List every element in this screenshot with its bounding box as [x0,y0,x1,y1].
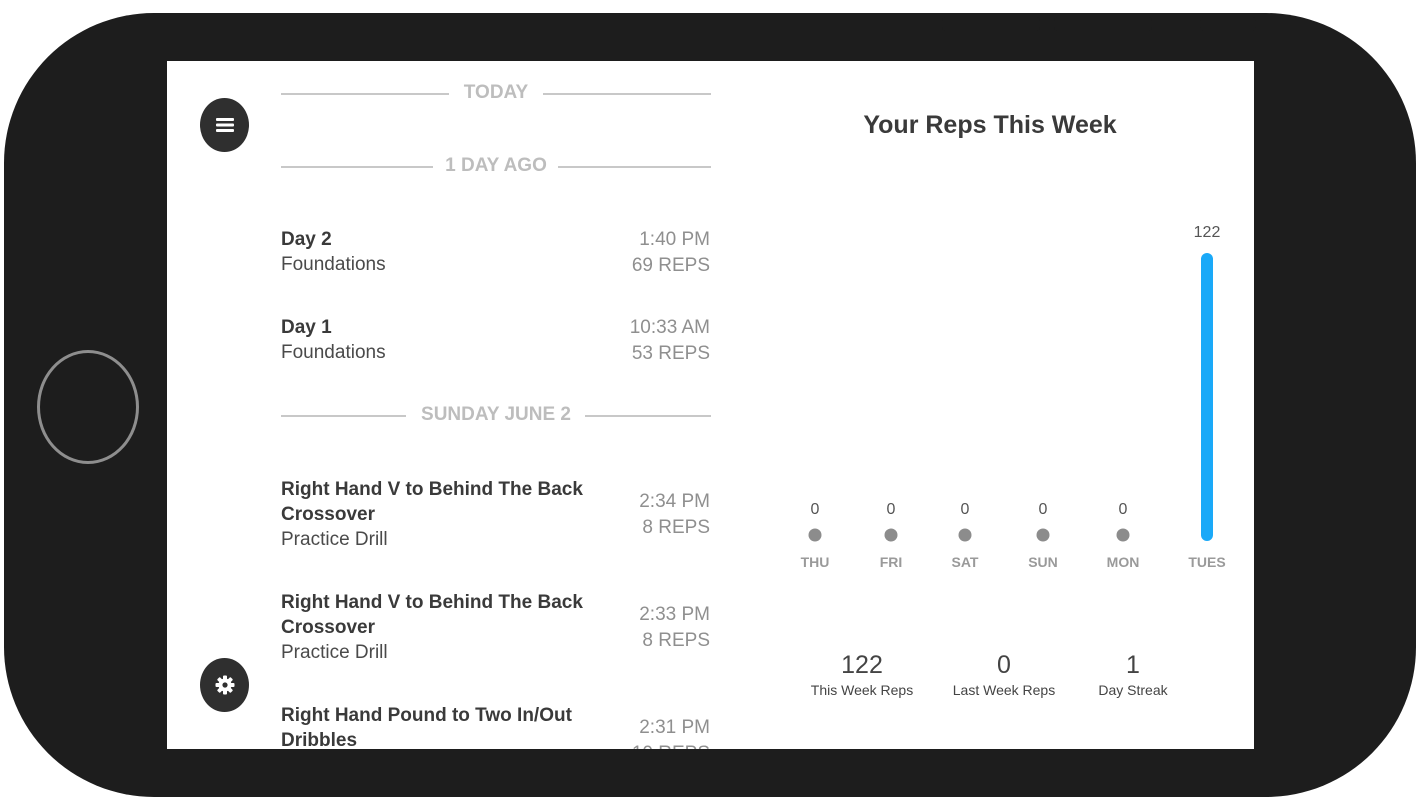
zero-point [1036,528,1050,542]
zero-point [808,528,822,542]
zero-point [1116,528,1130,542]
category-label: THU [801,554,830,570]
value-label: 0 [961,501,970,518]
side-button [942,17,1040,31]
category-label: TUES [1188,554,1225,570]
value-label: 0 [811,501,820,518]
stat-label: Day Streak [1098,682,1168,698]
value-label: 0 [887,501,896,518]
stat-value: 1 [1126,651,1140,679]
category-label: FRI [880,554,903,570]
zero-point [884,528,898,542]
side-button [1054,17,1152,31]
weekly-reps-chart: THU 0 FRI 0 SAT 0 SUN 0 MON 0 TUES 122 [801,224,1226,570]
stat-day-streak: 1 Day Streak [1063,650,1203,700]
stat-label: Last Week Reps [952,682,1056,698]
value-label: 0 [1039,501,1048,518]
value-label: 122 [1194,224,1221,241]
category-label: SUN [1028,554,1058,570]
value-label: 0 [1119,501,1128,518]
home-button[interactable] [37,350,139,464]
app-screen: TODAY 1 DAY AGO Day 2 Foundations 1:40 P… [167,61,1254,749]
stat-label: This Week Reps [810,682,914,698]
bar [1201,253,1213,541]
stat-last-week: 0 Last Week Reps [934,650,1074,700]
stat-this-week: 122 This Week Reps [792,650,932,700]
category-label: MON [1107,554,1140,570]
zero-point [958,528,972,542]
side-button [1200,17,1256,31]
stat-value: 122 [841,651,883,679]
stat-value: 0 [997,651,1011,679]
category-label: SAT [952,554,979,570]
